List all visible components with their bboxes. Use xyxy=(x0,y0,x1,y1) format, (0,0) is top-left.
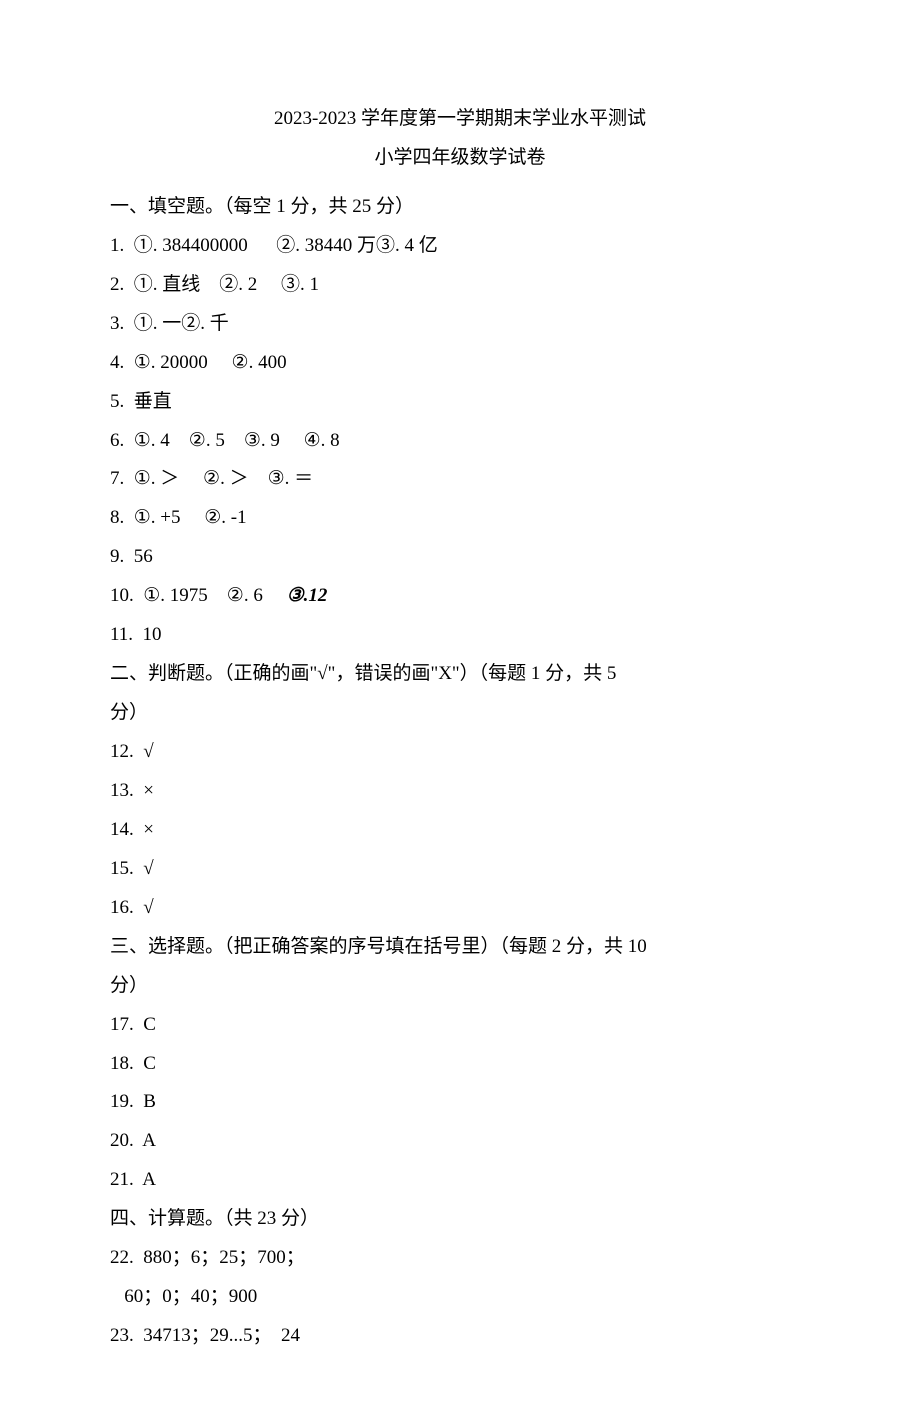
question-18: 18. C xyxy=(110,1045,810,1084)
question-10-part-a: 10. ①. 1975 ②. 6 xyxy=(110,585,287,606)
question-11: 11. 10 xyxy=(110,616,810,655)
question-4: 4. ①. 20000 ②. 400 xyxy=(110,344,810,383)
question-20: 20. A xyxy=(110,1122,810,1161)
section-2-heading-line2: 分） xyxy=(110,694,810,733)
question-22-line2: 60；0；40；900 xyxy=(110,1278,810,1317)
question-10: 10. ①. 1975 ②. 6 ③.12 xyxy=(110,577,810,616)
question-21: 21. A xyxy=(110,1161,810,1200)
question-15: 15. √ xyxy=(110,850,810,889)
question-23: 23. 34713；29...5； 24 xyxy=(110,1317,810,1356)
page-title-1: 2023-2023 学年度第一学期期末学业水平测试 xyxy=(110,100,810,139)
page-title-2: 小学四年级数学试卷 xyxy=(110,139,810,178)
section-4-heading: 四、计算题。（共 23 分） xyxy=(110,1200,810,1239)
question-3: 3. ①. 一②. 千 xyxy=(110,305,810,344)
question-2: 2. ①. 直线 ②. 2 ③. 1 xyxy=(110,266,810,305)
section-3-heading-line2: 分） xyxy=(110,967,810,1006)
document-page: 2023-2023 学年度第一学期期末学业水平测试 小学四年级数学试卷 一、填空… xyxy=(0,0,920,1416)
question-16: 16. √ xyxy=(110,889,810,928)
question-9: 9. 56 xyxy=(110,538,810,577)
section-1-heading: 一、填空题。（每空 1 分，共 25 分） xyxy=(110,188,810,227)
question-5: 5. 垂直 xyxy=(110,383,810,422)
question-6: 6. ①. 4 ②. 5 ③. 9 ④. 8 xyxy=(110,422,810,461)
question-22-line1: 22. 880；6；25；700； xyxy=(110,1239,810,1278)
question-19: 19. B xyxy=(110,1083,810,1122)
section-3-heading-line1: 三、选择题。（把正确答案的序号填在括号里）（每题 2 分，共 10 xyxy=(110,928,810,967)
section-2-heading-line1: 二、判断题。（正确的画"√"，错误的画"X"）（每题 1 分，共 5 xyxy=(110,655,810,694)
question-14: 14. × xyxy=(110,811,810,850)
question-1: 1. ①. 384400000 ②. 38440 万③. 4 亿 xyxy=(110,227,810,266)
question-8: 8. ①. +5 ②. -1 xyxy=(110,499,810,538)
question-13: 13. × xyxy=(110,772,810,811)
question-10-part-b: ③.12 xyxy=(287,585,328,606)
question-12: 12. √ xyxy=(110,733,810,772)
question-17: 17. C xyxy=(110,1006,810,1045)
question-7: 7. ①. ＞ ②. ＞ ③. ＝ xyxy=(110,460,810,499)
